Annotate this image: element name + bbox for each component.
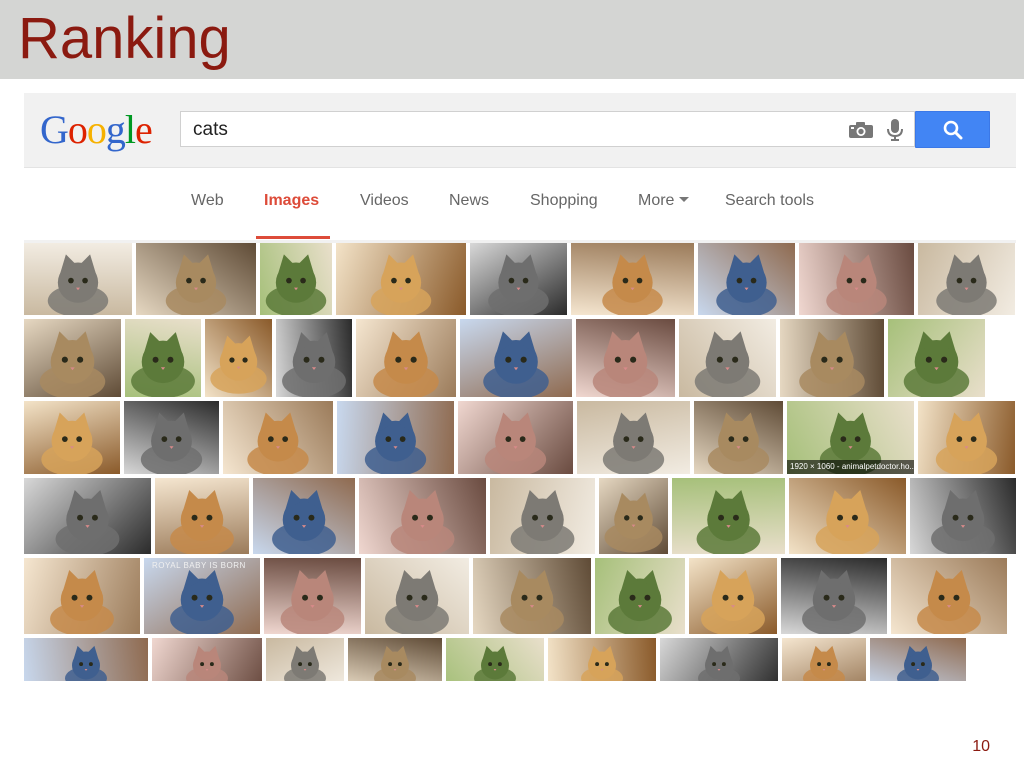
image-result-thumbnail[interactable] bbox=[576, 319, 675, 397]
image-result-thumbnail[interactable] bbox=[672, 478, 785, 554]
chevron-down-icon bbox=[679, 197, 690, 203]
image-result-thumbnail[interactable] bbox=[470, 243, 567, 315]
image-result-thumbnail[interactable] bbox=[266, 638, 344, 681]
image-result-thumbnail[interactable] bbox=[24, 401, 120, 474]
image-result-thumbnail[interactable] bbox=[223, 401, 333, 474]
tab-more-label: More bbox=[638, 192, 675, 209]
tab-images[interactable]: Images bbox=[264, 192, 319, 210]
thumbnail-caption: 1920 × 1060 - animalpetdoctor.ho... bbox=[787, 460, 914, 474]
page-number: 10 bbox=[972, 738, 990, 755]
logo-letter: o bbox=[67, 107, 88, 152]
image-result-thumbnail[interactable] bbox=[356, 319, 456, 397]
image-result-thumbnail[interactable] bbox=[789, 478, 906, 554]
tab-web[interactable]: Web bbox=[191, 192, 224, 210]
image-result-thumbnail[interactable] bbox=[337, 401, 454, 474]
image-result-thumbnail[interactable] bbox=[24, 558, 140, 634]
image-result-thumbnail[interactable] bbox=[24, 319, 121, 397]
logo-letter: g bbox=[105, 107, 126, 152]
image-result-thumbnail[interactable] bbox=[348, 638, 442, 681]
image-result-thumbnail[interactable] bbox=[679, 319, 776, 397]
search-button[interactable] bbox=[915, 111, 990, 148]
image-result-thumbnail[interactable] bbox=[918, 401, 1015, 474]
image-result-thumbnail[interactable] bbox=[264, 558, 361, 634]
image-result-thumbnail[interactable] bbox=[124, 401, 219, 474]
image-result-thumbnail[interactable] bbox=[548, 638, 656, 681]
search-input[interactable]: cats bbox=[180, 111, 915, 147]
image-result-thumbnail[interactable] bbox=[781, 558, 887, 634]
logo-letter: G bbox=[40, 107, 69, 152]
image-result-thumbnail[interactable] bbox=[205, 319, 272, 397]
image-result-thumbnail[interactable] bbox=[446, 638, 544, 681]
camera-icon[interactable] bbox=[848, 121, 874, 139]
tab-more[interactable]: More bbox=[638, 192, 690, 210]
image-result-thumbnail[interactable] bbox=[782, 638, 866, 681]
search-query-text: cats bbox=[193, 119, 228, 140]
image-result-thumbnail[interactable] bbox=[24, 243, 132, 315]
image-result-thumbnail[interactable] bbox=[473, 558, 591, 634]
image-result-thumbnail[interactable] bbox=[24, 638, 148, 681]
image-result-thumbnail[interactable] bbox=[571, 243, 694, 315]
image-result-thumbnail[interactable] bbox=[155, 478, 249, 554]
image-result-thumbnail[interactable] bbox=[780, 319, 884, 397]
image-result-thumbnail[interactable] bbox=[918, 243, 1015, 315]
logo-letter: l bbox=[124, 107, 136, 152]
image-result-thumbnail[interactable] bbox=[910, 478, 1016, 554]
image-result-thumbnail[interactable] bbox=[276, 319, 352, 397]
tab-search-tools[interactable]: Search tools bbox=[725, 192, 814, 210]
google-logo[interactable]: Google bbox=[40, 103, 153, 157]
image-result-thumbnail[interactable] bbox=[689, 558, 777, 634]
image-result-thumbnail[interactable] bbox=[458, 401, 573, 474]
image-result-thumbnail[interactable] bbox=[152, 638, 262, 681]
google-images-screenshot: Google cats Web Images Videos News Shopp… bbox=[24, 93, 1016, 681]
tab-shopping[interactable]: Shopping bbox=[530, 192, 598, 210]
image-result-thumbnail[interactable] bbox=[595, 558, 685, 634]
logo-letter: o bbox=[86, 107, 107, 152]
image-result-thumbnail[interactable] bbox=[136, 243, 256, 315]
image-result-thumbnail[interactable]: 1920 × 1060 - animalpetdoctor.ho... bbox=[787, 401, 914, 474]
image-result-thumbnail[interactable] bbox=[660, 638, 778, 681]
thumbnail-overlay-text: ROYAL BABY IS BORN bbox=[152, 561, 246, 570]
tab-videos[interactable]: Videos bbox=[360, 192, 409, 210]
image-result-thumbnail[interactable] bbox=[125, 319, 201, 397]
image-result-thumbnail[interactable] bbox=[888, 319, 985, 397]
tab-news[interactable]: News bbox=[449, 192, 489, 210]
active-tab-indicator bbox=[256, 236, 330, 239]
search-header: Google cats bbox=[24, 93, 1016, 168]
magnifier-icon bbox=[943, 120, 963, 140]
image-result-thumbnail[interactable]: ROYAL BABY IS BORN bbox=[144, 558, 260, 634]
image-result-thumbnail[interactable] bbox=[260, 243, 332, 315]
image-result-thumbnail[interactable] bbox=[490, 478, 595, 554]
image-result-thumbnail[interactable] bbox=[460, 319, 572, 397]
image-results-grid: 1920 × 1060 - animalpetdoctor.ho... ROYAL… bbox=[24, 243, 1016, 681]
image-result-thumbnail[interactable] bbox=[891, 558, 1007, 634]
image-result-thumbnail[interactable] bbox=[694, 401, 783, 474]
image-result-thumbnail[interactable] bbox=[799, 243, 914, 315]
slide-header: Ranking bbox=[0, 0, 1024, 79]
image-result-thumbnail[interactable] bbox=[359, 478, 486, 554]
image-result-thumbnail[interactable] bbox=[365, 558, 469, 634]
search-tabs: Web Images Videos News Shopping More Sea… bbox=[24, 168, 1016, 240]
logo-letter: e bbox=[135, 107, 153, 152]
image-result-thumbnail[interactable] bbox=[24, 478, 151, 554]
microphone-icon[interactable] bbox=[886, 118, 904, 142]
image-result-thumbnail[interactable] bbox=[698, 243, 795, 315]
image-result-thumbnail[interactable] bbox=[253, 478, 355, 554]
image-result-thumbnail[interactable] bbox=[870, 638, 966, 681]
image-result-thumbnail[interactable] bbox=[336, 243, 466, 315]
image-result-thumbnail[interactable] bbox=[577, 401, 690, 474]
image-result-thumbnail[interactable] bbox=[599, 478, 668, 554]
slide-title: Ranking bbox=[18, 6, 231, 71]
